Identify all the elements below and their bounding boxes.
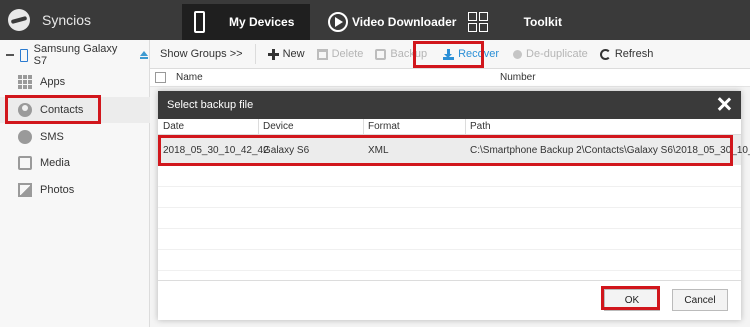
- refresh-button[interactable]: Refresh: [594, 40, 660, 69]
- tab-video-downloader-label: Video Downloader: [352, 15, 457, 29]
- column-device[interactable]: Device: [263, 121, 294, 135]
- sidebar-item-label: Media: [40, 157, 70, 169]
- photos-icon: [18, 183, 32, 197]
- plus-icon: [267, 48, 279, 60]
- column-divider: [465, 119, 466, 135]
- backup-row-highlight-box: [158, 135, 733, 166]
- sidebar-item-apps[interactable]: Apps: [0, 69, 150, 95]
- sidebar-item-label: Photos: [40, 184, 75, 196]
- empty-row: [158, 250, 741, 271]
- device-name: Samsung Galaxy S7: [33, 43, 118, 67]
- contact-list-header: Name Number: [150, 69, 750, 87]
- tab-my-devices-label: My Devices: [229, 15, 295, 29]
- new-label: New: [282, 48, 305, 60]
- syncios-logo-icon: [8, 9, 30, 31]
- column-number[interactable]: Number: [500, 72, 536, 83]
- device-selector[interactable]: Samsung Galaxy S7: [0, 40, 149, 70]
- sms-icon: [18, 130, 32, 144]
- sidebar-item-photos[interactable]: Photos: [0, 177, 150, 203]
- device-phone-icon: [19, 48, 28, 62]
- toolbar-divider: [254, 44, 256, 64]
- sidebar-item-media[interactable]: Media: [0, 150, 150, 176]
- delete-button[interactable]: Delete: [311, 40, 370, 69]
- ok-highlight-box: [601, 286, 660, 310]
- media-icon: [18, 156, 32, 170]
- deduplicate-button[interactable]: De-duplicate: [507, 40, 594, 69]
- refresh-label: Refresh: [614, 48, 654, 60]
- column-format[interactable]: Format: [368, 121, 400, 135]
- eject-icon[interactable]: [139, 50, 149, 60]
- new-button[interactable]: New: [262, 40, 311, 69]
- empty-row: [158, 166, 741, 187]
- deduplicate-label: De-duplicate: [526, 48, 588, 60]
- empty-row: [158, 208, 741, 229]
- column-path[interactable]: Path: [470, 121, 491, 135]
- refresh-icon: [599, 48, 611, 60]
- close-icon[interactable]: [717, 97, 731, 111]
- recover-highlight-box: [413, 41, 484, 68]
- app-name: Syncios: [42, 12, 92, 28]
- sidebar-item-label: SMS: [40, 131, 64, 143]
- play-icon: [328, 12, 348, 32]
- contacts-highlight-box: [5, 95, 101, 124]
- empty-row: [158, 187, 741, 208]
- empty-row: [158, 229, 741, 250]
- column-divider: [258, 119, 259, 135]
- tab-video-downloader[interactable]: Video Downloader: [320, 4, 460, 40]
- phone-icon: [194, 11, 205, 33]
- tab-my-devices[interactable]: My Devices: [182, 4, 310, 40]
- sidebar-item-sms[interactable]: SMS: [0, 124, 150, 150]
- column-name[interactable]: Name: [176, 72, 203, 83]
- dialog-table-header: Date Device Format Path: [158, 119, 741, 135]
- trash-icon: [316, 48, 328, 60]
- toolkit-icon: [468, 12, 488, 32]
- sidebar-item-label: Apps: [40, 76, 66, 88]
- cancel-button[interactable]: Cancel: [672, 289, 728, 311]
- select-all-checkbox[interactable]: [155, 72, 166, 83]
- dialog-title-bar: Select backup file: [158, 91, 741, 119]
- column-divider: [363, 119, 364, 135]
- tab-toolkit[interactable]: Toolkit: [462, 4, 562, 40]
- backup-icon: [375, 48, 387, 60]
- title-bar: Syncios My Devices Video Downloader Tool…: [0, 0, 750, 40]
- collapse-icon[interactable]: [6, 54, 14, 56]
- user-icon: [513, 49, 523, 59]
- delete-label: Delete: [331, 48, 364, 60]
- tab-toolkit-label: Toolkit: [523, 15, 562, 29]
- column-date[interactable]: Date: [163, 121, 184, 135]
- apps-icon: [18, 75, 32, 89]
- show-groups-button[interactable]: Show Groups >>: [150, 40, 249, 69]
- dialog-title: Select backup file: [167, 99, 254, 111]
